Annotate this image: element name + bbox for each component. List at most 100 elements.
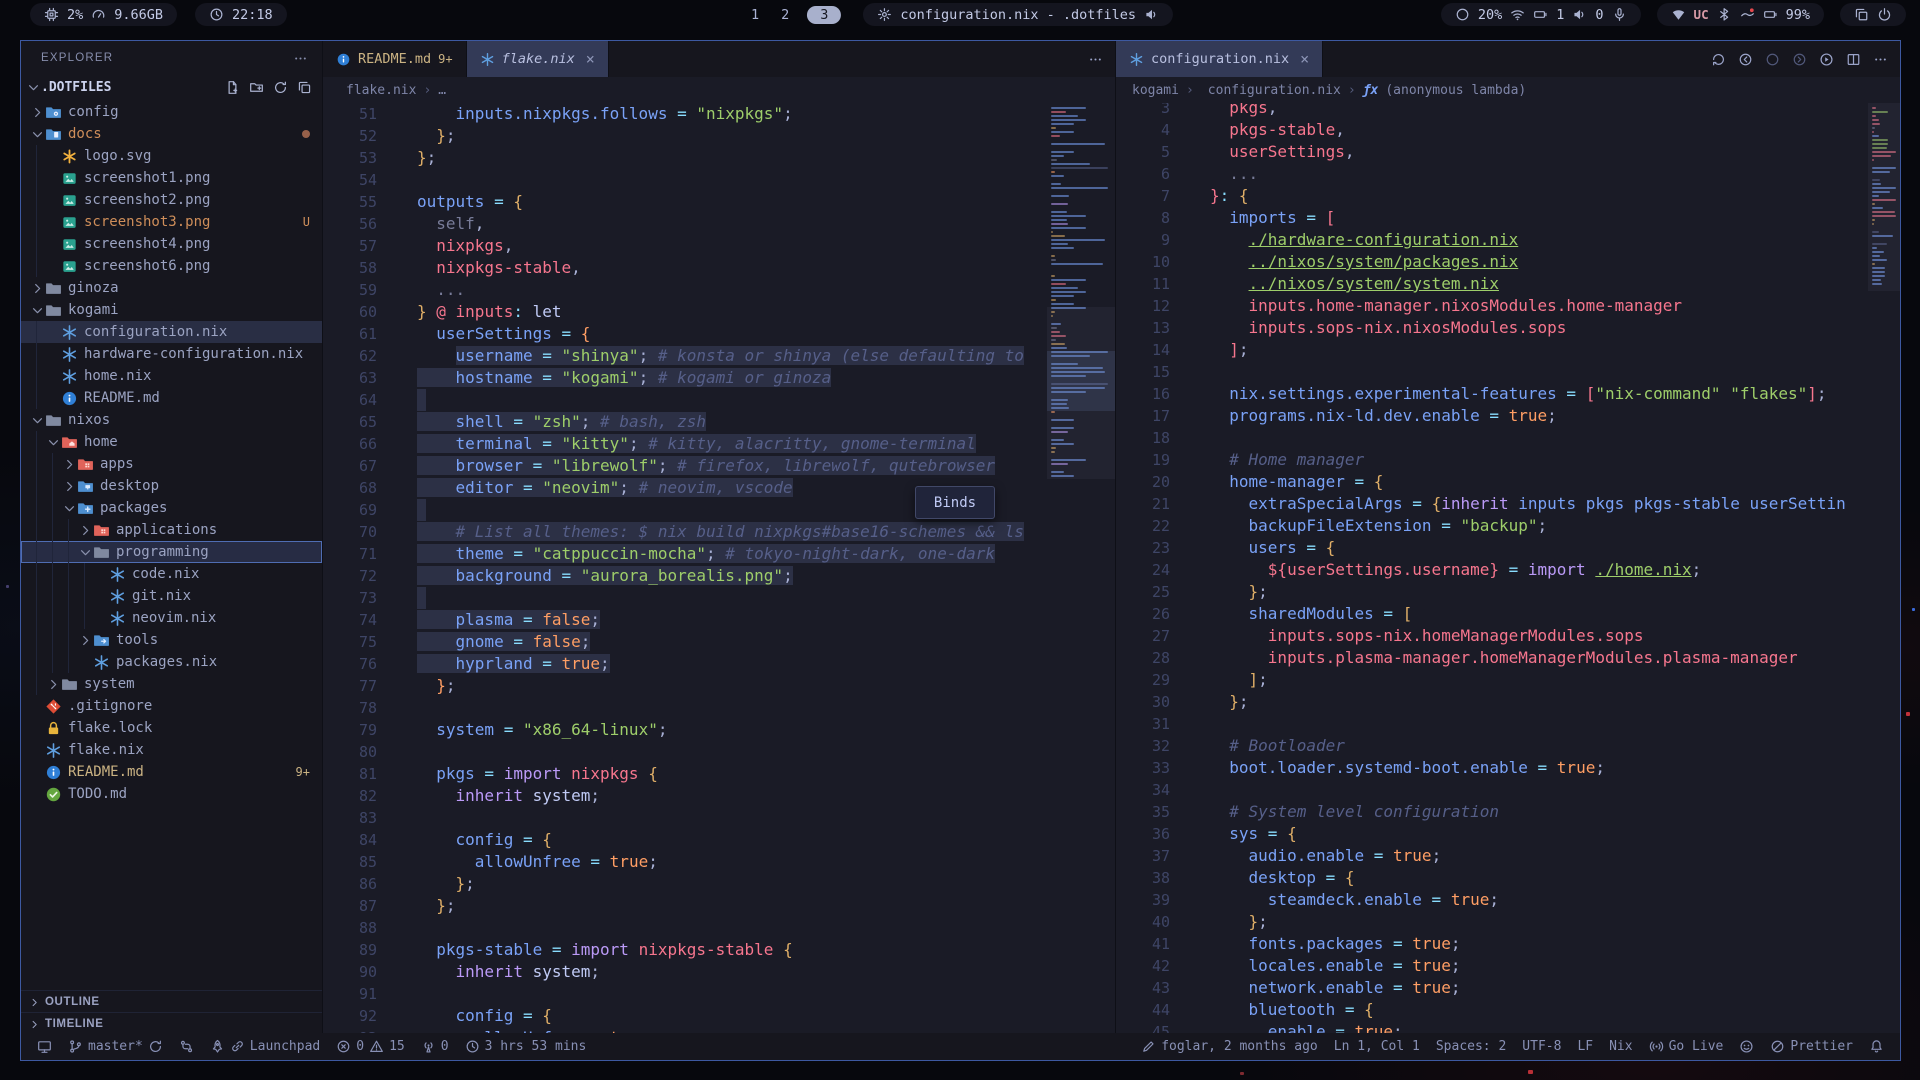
status-indentation[interactable]: Spaces: 2 [1428,1033,1514,1060]
status-encoding[interactable]: UTF-8 [1514,1033,1569,1060]
tree-item-logo.svg[interactable]: logo.svg [21,145,322,167]
tree-item-screenshot2.png[interactable]: screenshot2.png [21,189,322,211]
status-launchpad[interactable]: Launchpad [202,1033,328,1060]
code-line: 10 ../nixos/system/packages.nix [1116,251,1900,273]
folder-icon [77,456,94,473]
collapse-icon[interactable] [297,80,312,95]
tree-item-ginoza[interactable]: ginoza [21,277,322,299]
tree-item-applications[interactable]: applications [21,519,322,541]
status-ports[interactable]: 0 [413,1033,457,1060]
tree-item-docs[interactable]: docs [21,123,322,145]
status-go-live[interactable]: Go Live [1641,1033,1732,1060]
back-icon[interactable] [1738,52,1753,67]
workspace-3[interactable]: 3 [807,6,841,24]
circle-icon[interactable] [1765,52,1780,67]
tree-item-code.nix[interactable]: code.nix [21,563,322,585]
status-language-mode[interactable]: Nix [1601,1033,1640,1060]
tree-item-screenshot6.png[interactable]: screenshot6.png [21,255,322,277]
code-line: 14 ]; [1116,339,1900,361]
token: , [1335,120,1345,139]
editor[interactable]: 51 inputs.nixpkgs.follows = "nixpkgs";52… [323,103,1115,1035]
status-git-branch[interactable]: master* [60,1033,171,1060]
tree-item-README.md[interactable]: README.md [21,387,322,409]
minimap-slider[interactable] [1047,307,1115,479]
close-icon[interactable]: × [1300,50,1309,68]
more-icon[interactable] [1873,52,1888,67]
audio-status[interactable]: 20%10 [1441,3,1641,26]
tree-item-screenshot3.png[interactable]: screenshot3.pngU [21,211,322,233]
status-notifications[interactable] [1861,1033,1892,1060]
tray-status[interactable]: UC99% [1657,3,1824,26]
editor-group-right: configuration.nix×kogami›configuration.n… [1116,41,1900,1035]
tree-item-tools[interactable]: tools [21,629,322,651]
clock[interactable]: 22:18 [195,3,287,26]
tree-item-packages.nix[interactable]: packages.nix [21,651,322,673]
tree-item-apps[interactable]: apps [21,453,322,475]
tree-item-kogami[interactable]: kogami [21,299,322,321]
tree-item-git.nix[interactable]: git.nix [21,585,322,607]
split-icon[interactable] [1846,52,1861,67]
workspace-2[interactable]: 2 [777,7,793,23]
status-remote[interactable] [29,1033,60,1060]
line-content: programs.nix-ld.dev.enable = true; [1170,405,1900,427]
history-icon[interactable] [1711,52,1726,67]
outline-section[interactable]: OUTLINE [21,990,322,1013]
tree-item-flake.nix[interactable]: flake.nix [21,739,322,761]
tree-item-hardware-configuration.nix[interactable]: hardware-configuration.nix [21,343,322,365]
explorer-more-icon[interactable] [293,51,308,66]
newfile-icon[interactable] [225,80,240,95]
tree-item-programming[interactable]: programming [21,541,322,563]
breadcrumb-item[interactable]: (anonymous lambda) [1385,83,1526,98]
tree-item-TODO.md[interactable]: TODO.md [21,783,322,805]
breadcrumb-item[interactable]: kogami [1132,83,1179,98]
git-badge: U [303,215,310,229]
status-eol[interactable]: LF [1569,1033,1601,1060]
status-cursor-position[interactable]: Ln 1, Col 1 [1326,1033,1428,1060]
tree-item-.gitignore[interactable]: .gitignore [21,695,322,717]
status-time-tracker[interactable]: 3 hrs 53 mins [457,1033,595,1060]
status-git-blame[interactable]: foglar, 2 months ago [1133,1033,1326,1060]
tab-flake.nix[interactable]: flake.nix× [467,41,609,77]
system-stats[interactable]: 2%9.66GB [30,3,177,26]
breadcrumb-item[interactable]: flake.nix [346,83,416,98]
more-icon[interactable] [1088,52,1103,67]
tree-item-desktop[interactable]: desktop [21,475,322,497]
workspace-1[interactable]: 1 [747,7,763,23]
nix-icon [61,346,78,363]
tree-item-flake.lock[interactable]: flake.lock [21,717,322,739]
timeline-section[interactable]: TIMELINE [21,1012,322,1035]
tree-item-home.nix[interactable]: home.nix [21,365,322,387]
token: import [504,764,562,783]
close-icon[interactable]: × [586,50,595,68]
session[interactable] [1840,3,1906,26]
sync-icon[interactable] [273,80,288,95]
minimap[interactable] [1047,103,1115,1035]
minimap-slider[interactable] [1868,103,1900,291]
run-icon[interactable] [1819,52,1834,67]
tab-README.md[interactable]: README.md9+ [323,41,467,77]
status-problems[interactable]: 015 [328,1033,412,1060]
status-github[interactable] [1731,1033,1762,1060]
breadcrumb-item[interactable]: … [438,83,446,98]
tree-item-neovim.nix[interactable]: neovim.nix [21,607,322,629]
tree-item-screenshot4.png[interactable]: screenshot4.png [21,233,322,255]
tree-item-config[interactable]: config [21,101,322,123]
token: "shinya" [562,346,639,365]
tree-item-packages[interactable]: packages [21,497,322,519]
editor[interactable]: 3 pkgs,4 pkgs-stable,5 userSettings,6 ..… [1116,103,1900,1035]
tree-item-README.md[interactable]: README.md9+ [21,761,322,783]
breadcrumb-item[interactable]: configuration.nix [1208,83,1341,98]
tree-item-screenshot1.png[interactable]: screenshot1.png [21,167,322,189]
fwd-icon[interactable] [1792,52,1807,67]
window-title[interactable]: configuration.nix - .dotfiles [863,3,1173,26]
tree-item-system[interactable]: system [21,673,322,695]
tab-configuration.nix[interactable]: configuration.nix× [1116,41,1323,77]
tree-item-home[interactable]: home [21,431,322,453]
tree-item-nixos[interactable]: nixos [21,409,322,431]
status-branch-compare[interactable] [171,1033,202,1060]
tree-item-configuration.nix[interactable]: configuration.nix [21,321,322,343]
status-prettier[interactable]: Prettier [1762,1033,1861,1060]
newfolder-icon[interactable] [249,80,264,95]
minimap[interactable] [1868,103,1900,1035]
explorer-root-row[interactable]: .DOTFILES [21,75,322,99]
